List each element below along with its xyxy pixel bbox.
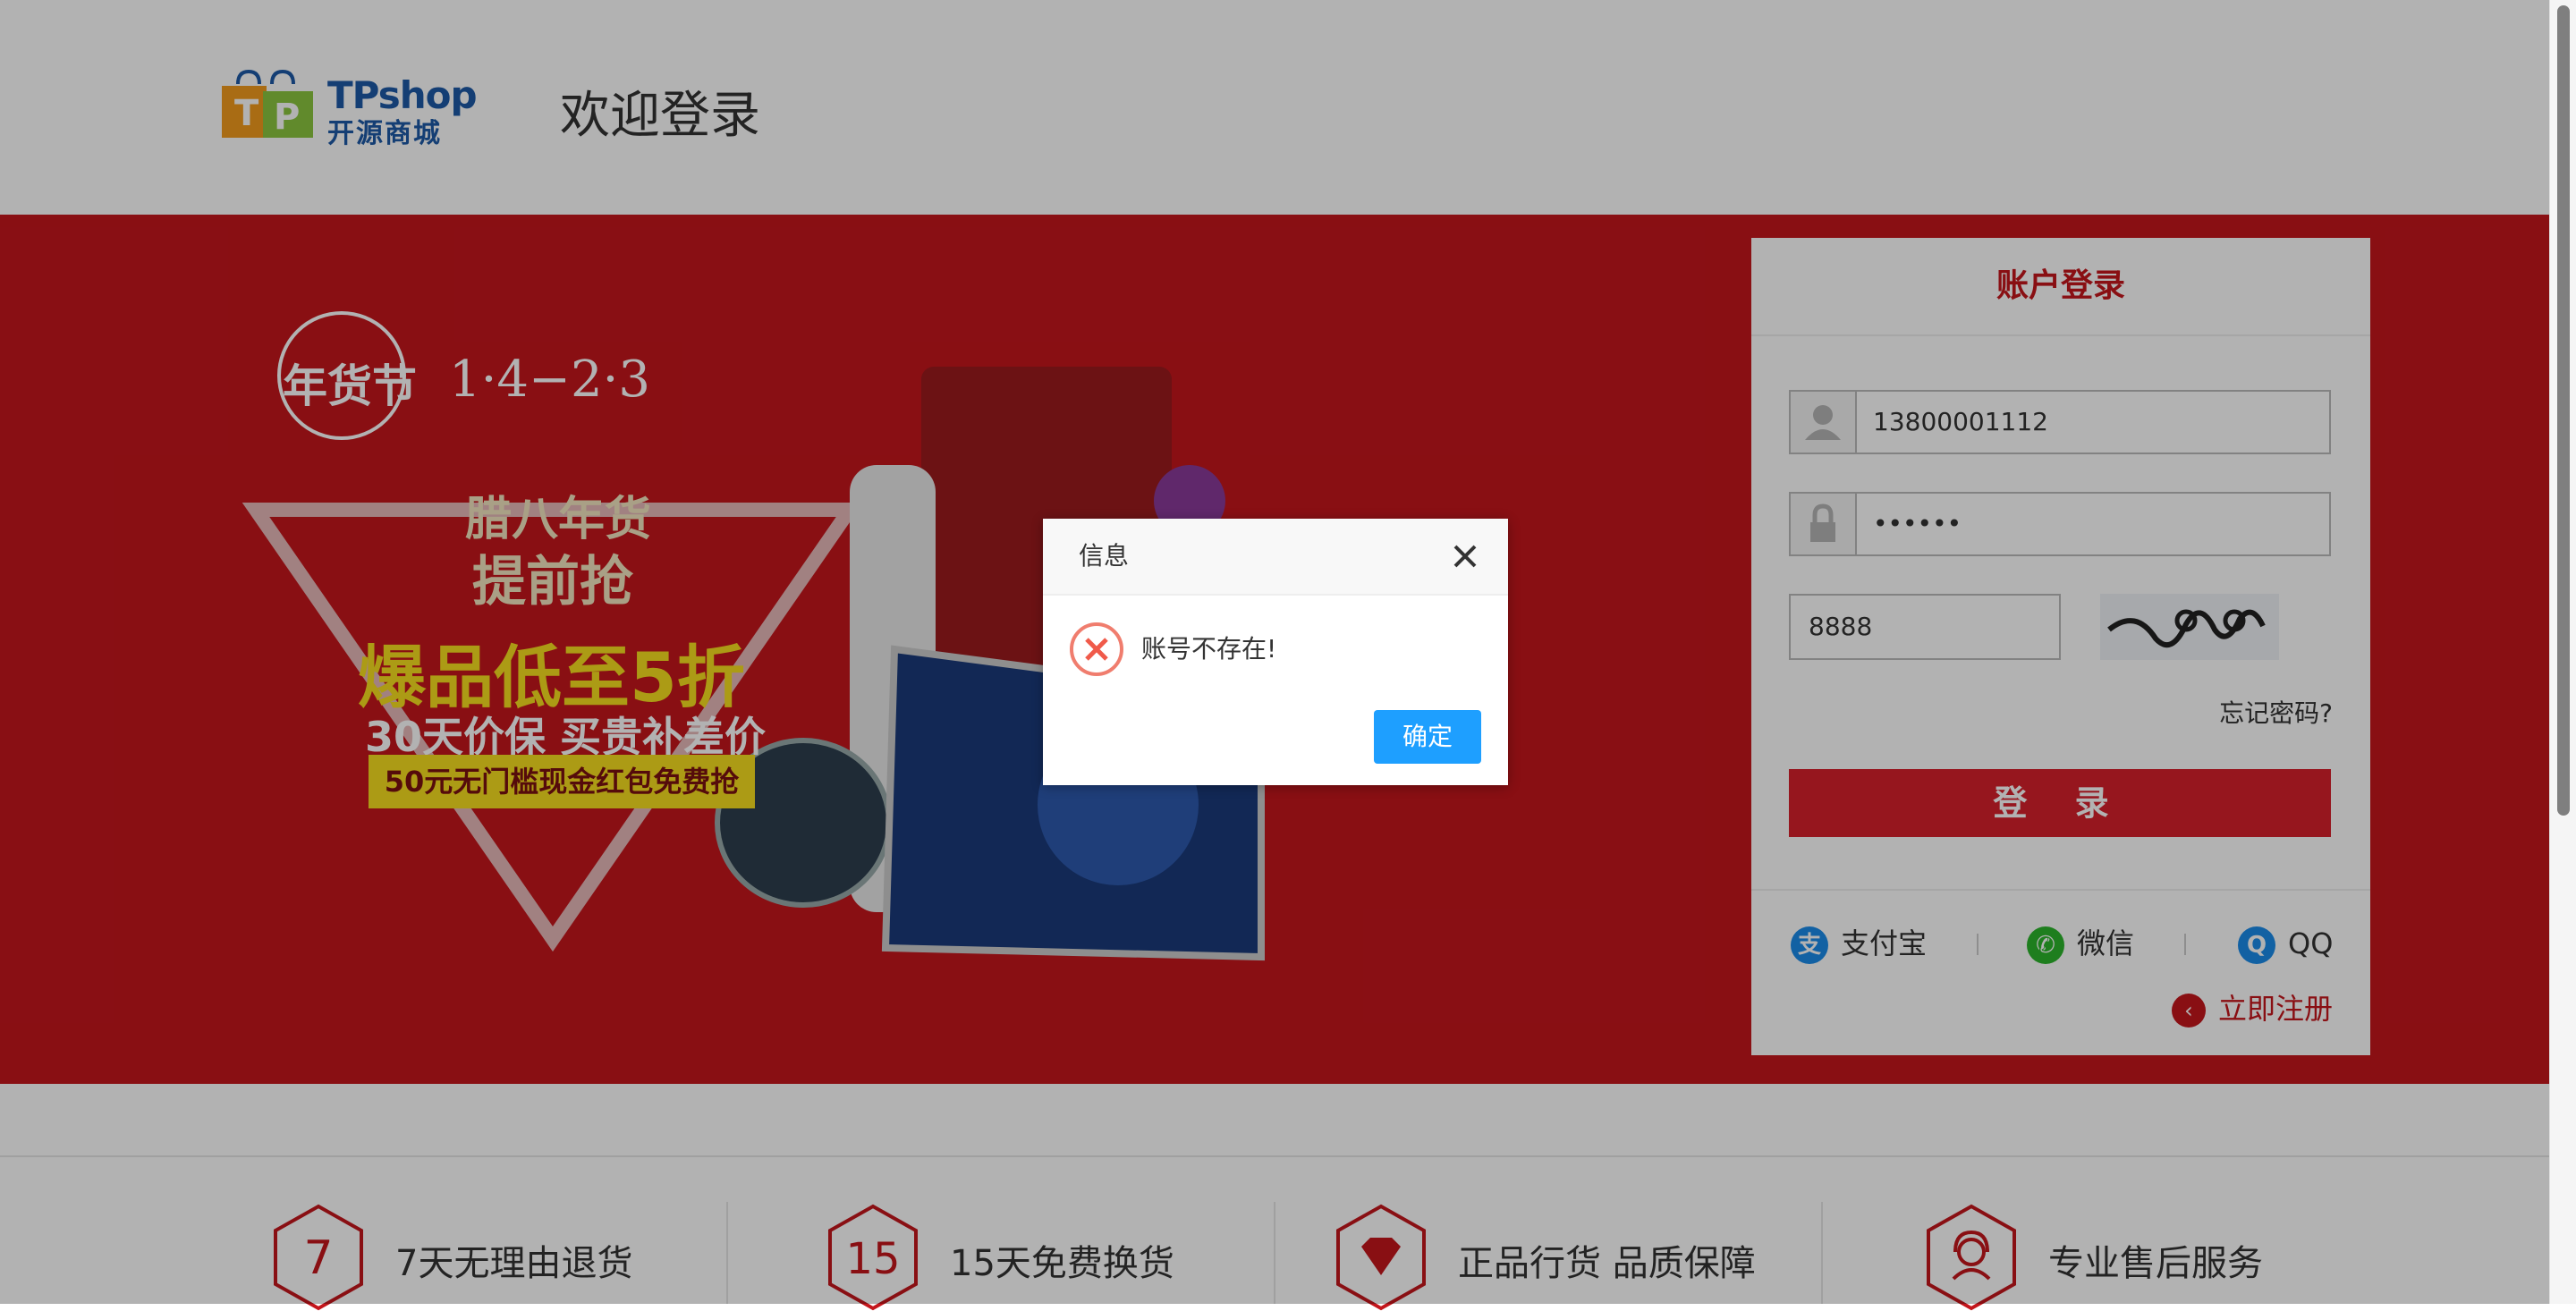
close-icon[interactable]: [1451, 542, 1479, 571]
error-icon: [1070, 622, 1123, 676]
page: T P TPshop 开源商城 欢迎登录 年货节 1·4−2·3 腊八年货 提前…: [0, 0, 2549, 1311]
info-dialog: 信息 账号不存在! 确定: [1043, 519, 1508, 785]
dialog-header: 信息: [1043, 519, 1508, 596]
dialog-message: 账号不存在!: [1141, 634, 1277, 664]
scrollbar-thumb[interactable]: [2557, 5, 2570, 816]
vertical-scrollbar[interactable]: [2549, 0, 2576, 1304]
confirm-button[interactable]: 确定: [1374, 710, 1481, 764]
dialog-title: 信息: [1079, 541, 1130, 571]
